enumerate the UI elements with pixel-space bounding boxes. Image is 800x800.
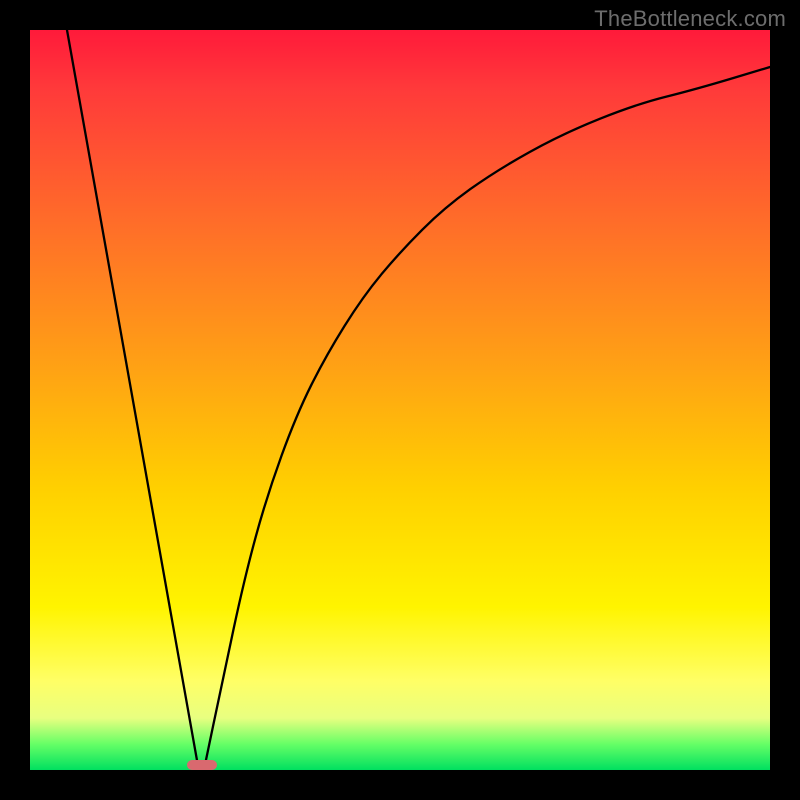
optimal-marker — [187, 760, 217, 770]
bottleneck-curve — [30, 30, 770, 770]
curve-path — [67, 30, 770, 770]
plot-area — [30, 30, 770, 770]
chart-frame: TheBottleneck.com — [0, 0, 800, 800]
watermark: TheBottleneck.com — [594, 6, 786, 32]
